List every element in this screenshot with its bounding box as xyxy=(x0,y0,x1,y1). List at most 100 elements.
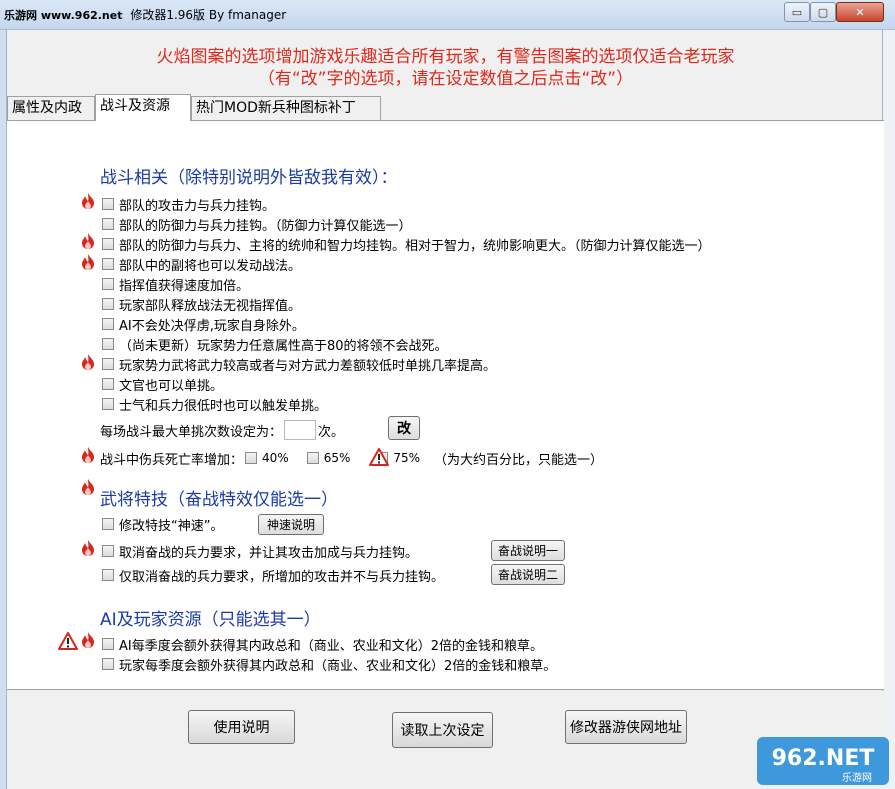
option-label: （尚未更新）玩家势力任意属性高于80的将领不会战死。 xyxy=(119,338,448,354)
warning-icon xyxy=(58,632,78,650)
option-duel-rate[interactable]: 玩家势力武将武力较高或者与对方武力差额较低时单挑几率提高。 xyxy=(102,354,496,374)
death-rate-row: 战斗中伤兵死亡率增加： 40% 65% 75% （为大约百分比，只能选一） xyxy=(100,448,603,468)
skills-section-title: 武将特技（奋战特效仅能选一） xyxy=(100,490,338,510)
tab-label: 战斗及资源 xyxy=(100,98,170,114)
client-area: 火焰图案的选项增加游戏乐趣适合所有玩家，有警告图案的选项仅适合老玩家 （有“改”… xyxy=(6,30,884,789)
option-label: 士气和兵力很低时也可以触发单挑。 xyxy=(119,398,328,414)
option-civil-duel[interactable]: 文官也可以单挑。 xyxy=(102,374,223,394)
option-fenzhan-linked[interactable]: 取消奋战的兵力要求，并让其攻击加成与兵力挂钩。 xyxy=(102,541,418,561)
option-attack-linked[interactable]: 部队的攻击力与兵力挂钩。 xyxy=(102,194,275,214)
option-shensu[interactable]: 修改特技“神速”。 xyxy=(102,514,223,534)
checkbox[interactable] xyxy=(102,278,114,290)
tab-mod-icons[interactable]: 热门MOD新兵种图标补丁 xyxy=(191,96,381,120)
notice-text: 火焰图案的选项增加游戏乐趣适合所有玩家，有警告图案的选项仅适合老玩家 （有“改”… xyxy=(7,46,884,90)
checkbox[interactable] xyxy=(102,338,114,350)
duel-count-label: 每场战斗最大单挑次数设定为： xyxy=(100,424,283,440)
duel-count-input[interactable] xyxy=(284,420,317,440)
option-player-resources[interactable]: 玩家每季度会额外获得其内政总和（商业、农业和文化）2倍的金钱和粮草。 xyxy=(102,654,556,674)
option-no-execute[interactable]: AI不会处决俘虏,玩家自身除外。 xyxy=(102,314,305,334)
site-address-button[interactable]: 修改器游侠网地址 xyxy=(565,710,687,744)
option-label: 玩家每季度会额外获得其内政总和（商业、农业和文化）2倍的金钱和粮草。 xyxy=(119,658,557,674)
death-rate-40-checkbox[interactable] xyxy=(245,452,258,464)
option-defense-leader-linked[interactable]: 部队的防御力与兵力、主将的统帅和智力均挂钩。相对于智力，统帅影响更大。（防御力计… xyxy=(102,234,711,254)
death-rate-note: （为大约百分比，只能选一） xyxy=(434,452,604,468)
option-ignore-command[interactable]: 玩家部队释放战法无视指挥值。 xyxy=(102,294,301,314)
notice-line-1: 火焰图案的选项增加游戏乐趣适合所有玩家，有警告图案的选项仅适合老玩家 xyxy=(156,47,735,67)
checkbox[interactable] xyxy=(102,298,114,310)
site-watermark-logo: 962.NET 乐游网 xyxy=(757,737,889,785)
fenzhan-info-2-button[interactable]: 奋战说明二 xyxy=(491,564,565,585)
tab-label: 属性及内政 xyxy=(12,100,82,116)
title-site: 乐游网 www.962.net xyxy=(4,9,123,22)
death-rate-65-label: 65% xyxy=(323,451,351,465)
checkbox[interactable] xyxy=(102,238,114,250)
close-icon: ✕ xyxy=(855,5,865,19)
option-label: 部队的防御力与兵力挂钩。（防御力计算仅能选一） xyxy=(119,218,412,234)
title-app: 修改器1.96版 By fmanager xyxy=(130,8,287,22)
fire-icon xyxy=(82,479,94,495)
change-button[interactable]: 改 xyxy=(388,416,420,440)
option-label: 文官也可以单挑。 xyxy=(119,378,224,394)
fire-icon xyxy=(82,233,94,249)
fire-icon xyxy=(82,540,94,556)
background-window-edge xyxy=(883,30,895,789)
option-label: AI每季度会额外获得其内政总和（商业、农业和文化）2倍的金钱和粮草。 xyxy=(119,638,543,654)
notice-line-2: （有“改”字的选项，请在设定数值之后点击“改”） xyxy=(257,69,634,89)
shensu-info-button[interactable]: 神速说明 xyxy=(258,514,324,535)
checkbox[interactable] xyxy=(102,569,114,581)
resources-section-title: AI及玩家资源（只能选其一） xyxy=(100,610,321,630)
fire-icon xyxy=(82,354,94,370)
checkbox[interactable] xyxy=(102,638,114,650)
fire-icon xyxy=(82,193,94,209)
option-ai-resources[interactable]: AI每季度会额外获得其内政总和（商业、农业和文化）2倍的金钱和粮草。 xyxy=(102,634,543,654)
watermark-sub: 乐游网 xyxy=(842,771,872,784)
checkbox[interactable] xyxy=(102,198,114,210)
maximize-icon: ▢ xyxy=(817,5,829,19)
option-deputy-tactics[interactable]: 部队中的副将也可以发动战法。 xyxy=(102,254,301,274)
checkbox[interactable] xyxy=(102,545,114,557)
tab-panel-battle: 战斗相关（除特别说明外皆敌我有效）： 部队的攻击力与兵力挂钩。 部队的防御力与兵… xyxy=(7,120,884,690)
option-low-morale-duel[interactable]: 士气和兵力很低时也可以触发单挑。 xyxy=(102,394,327,414)
battle-section-title: 战斗相关（除特别说明外皆敌我有效）： xyxy=(100,168,398,188)
option-label: 部队中的副将也可以发动战法。 xyxy=(119,258,302,274)
option-fenzhan-unlinked[interactable]: 仅取消奋战的兵力要求，所增加的攻击并不与兵力挂钩。 xyxy=(102,565,444,585)
maximize-button[interactable]: ▢ xyxy=(810,2,836,22)
checkbox[interactable] xyxy=(102,658,114,670)
tab-attributes[interactable]: 属性及内政 xyxy=(7,96,95,120)
option-label: 修改特技“神速”。 xyxy=(119,518,224,534)
duel-count-row: 每场战斗最大单挑次数设定为： 次。 xyxy=(100,418,344,442)
checkbox[interactable] xyxy=(102,318,114,330)
fire-icon xyxy=(82,632,94,648)
death-rate-65-checkbox[interactable] xyxy=(306,452,319,464)
warning-icon xyxy=(369,448,389,466)
checkbox[interactable] xyxy=(102,218,114,230)
checkbox[interactable] xyxy=(102,378,114,390)
checkbox[interactable] xyxy=(102,258,114,270)
option-label: AI不会处决俘虏,玩家自身除外。 xyxy=(119,318,305,334)
option-label: 玩家势力武将武力较高或者与对方武力差额较低时单挑几率提高。 xyxy=(119,358,497,374)
tab-battle[interactable]: 战斗及资源 xyxy=(95,94,191,121)
death-rate-75-label: 75% xyxy=(393,451,421,465)
death-rate-40-label: 40% xyxy=(262,451,289,465)
option-label: 玩家部队释放战法无视指挥值。 xyxy=(119,298,302,314)
help-button[interactable]: 使用说明 xyxy=(188,710,295,744)
load-settings-button[interactable]: 读取上次设定 xyxy=(392,712,493,748)
minimize-button[interactable]: ▭ xyxy=(784,2,810,22)
option-label: 指挥值获得速度加倍。 xyxy=(119,278,250,294)
close-button[interactable]: ✕ xyxy=(836,2,884,22)
watermark-text: 962.NET xyxy=(772,746,875,771)
checkbox[interactable] xyxy=(102,398,114,410)
option-command-speed[interactable]: 指挥值获得速度加倍。 xyxy=(102,274,249,294)
death-rate-label: 战斗中伤兵死亡率增加： xyxy=(100,452,244,468)
checkbox[interactable] xyxy=(102,358,114,370)
checkbox[interactable] xyxy=(102,518,114,530)
minimize-icon: ▭ xyxy=(791,5,803,19)
tab-label: 热门MOD新兵种图标补丁 xyxy=(196,100,356,116)
duel-count-suffix: 次。 xyxy=(318,424,345,440)
option-defense-linked[interactable]: 部队的防御力与兵力挂钩。（防御力计算仅能选一） xyxy=(102,214,412,234)
fire-icon xyxy=(82,254,94,270)
option-no-death[interactable]: （尚未更新）玩家势力任意属性高于80的将领不会战死。 xyxy=(102,334,448,354)
option-label: 部队的防御力与兵力、主将的统帅和智力均挂钩。相对于智力，统帅影响更大。（防御力计… xyxy=(119,238,711,254)
fenzhan-info-1-button[interactable]: 奋战说明一 xyxy=(491,540,565,561)
fire-icon xyxy=(82,447,94,463)
